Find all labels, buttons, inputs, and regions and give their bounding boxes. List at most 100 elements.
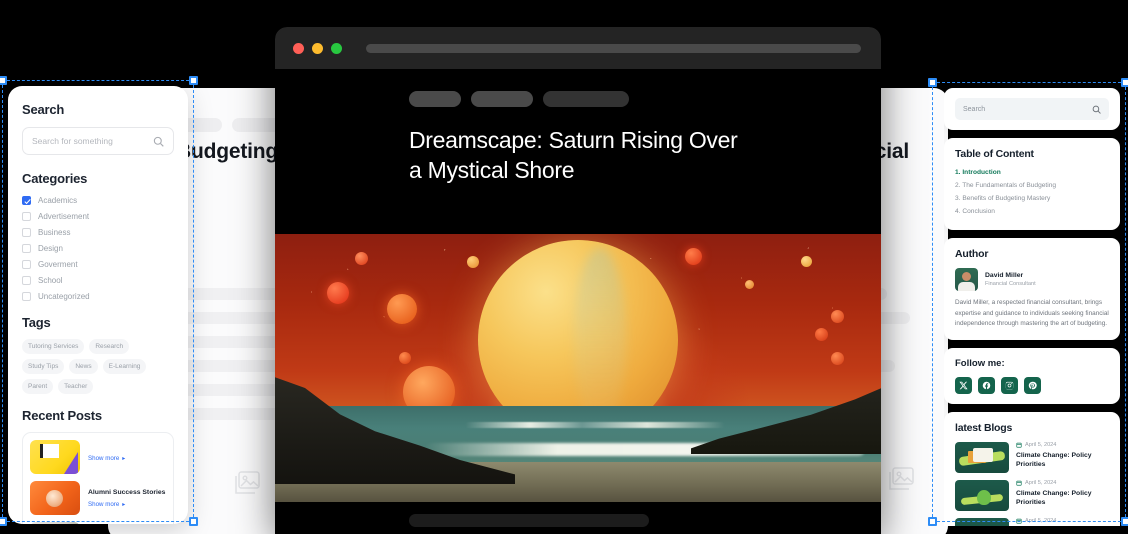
tag-chip[interactable]: Study Tips [22,359,65,374]
checkbox[interactable] [22,244,31,253]
pinterest-icon[interactable] [1024,376,1041,394]
latest-blogs-card: latest Blogs April 5, 2024 Climate Chang… [944,411,1120,526]
list-item[interactable]: Show more ▸ [30,440,166,474]
show-more-link[interactable]: Show more ▸ [88,501,165,508]
artwork-edge [275,502,881,506]
toc-item[interactable]: 1. Introduction [955,168,1109,178]
recent-posts-list: Show more ▸ Alumni Success Stories Show … [22,432,174,524]
toc-item[interactable]: 4. Conclusion [955,207,1109,217]
social-links [955,376,1109,394]
instagram-icon[interactable] [1001,376,1018,394]
post-thumbnail [30,481,80,515]
chevron-right-icon: ▸ [122,502,126,508]
tag-chip[interactable]: E-Learning [102,359,147,374]
resize-handle-top-left[interactable] [0,76,7,85]
tag-chip[interactable]: Parent [22,379,54,394]
checkbox[interactable] [22,276,31,285]
search-icon [1092,105,1101,114]
artwork-orb [327,282,349,304]
search-heading: Search [22,102,65,117]
tags-heading: Tags [22,315,51,330]
list-item[interactable]: April 5, 2024 [955,517,1109,526]
category-item[interactable]: Goverment [22,260,174,269]
category-item[interactable]: Uncategorized [22,292,174,301]
category-item[interactable]: Advertisement [22,212,174,221]
artwork-orb [831,352,844,365]
artwork-orb [387,294,417,324]
toc-label: Conclusion [962,208,995,215]
toc-label: The Fundamentals of Budgeting [962,182,1057,189]
search-input[interactable]: Search for something [22,127,174,155]
toc-number: 3. [955,195,961,202]
toc-item[interactable]: 3. Benefits of Budgeting Mastery [955,194,1109,204]
image-placeholder-icon [888,467,914,491]
article-tag-pills [275,69,881,107]
category-label: School [38,276,63,285]
hero-artwork [275,234,881,506]
list-item[interactable]: April 5, 2024 Climate Change: Policy Pri… [955,441,1109,473]
author-role: Financial Consultant [985,281,1036,287]
checkbox-checked[interactable] [22,196,31,205]
tag-chip[interactable]: Teacher [58,379,94,394]
artwork-orb [467,256,479,268]
calendar-icon [1016,442,1022,448]
browser-content: Dreamscape: Saturn Rising Over a Mystica… [275,69,881,534]
toc-label: Benefits of Budgeting Mastery [962,195,1051,202]
post-thumbnail [30,522,80,524]
category-label: Design [38,244,63,253]
x-twitter-icon[interactable] [955,376,972,394]
category-item[interactable]: Academics [22,196,174,205]
resize-handle-top-right[interactable] [1121,78,1128,87]
artwork-orb [831,310,844,323]
blog-title: Climate Change: Policy Priorities [1016,451,1092,469]
search-input[interactable]: Search [955,98,1109,120]
resize-handle-top-left[interactable] [928,78,937,87]
checkbox[interactable] [22,228,31,237]
category-item[interactable]: Business [22,228,174,237]
category-item[interactable]: School [22,276,174,285]
tag-chip[interactable]: News [69,359,98,374]
show-more-link[interactable]: Show more ▸ [88,455,125,462]
category-label: Goverment [38,260,78,269]
resize-handle-bottom-left[interactable] [0,517,7,526]
minimize-icon[interactable] [312,42,323,54]
post-thumbnail [30,440,80,474]
toc-label: Introduction [962,169,1001,176]
category-label: Academics [38,196,78,205]
close-icon[interactable] [293,42,304,54]
blog-date-label: April 5, 2024 [1025,479,1057,486]
blog-thumbnail [955,517,1009,526]
artwork-orb [685,248,702,265]
maximize-icon[interactable] [331,42,342,54]
tag-pill [409,91,461,107]
author-heading: Author [955,248,989,260]
artwork-orb [745,280,754,289]
toc-number: 1. [955,169,961,176]
author-row: David Miller Financial Consultant [955,268,1109,291]
article-skeleton-bars [275,514,881,534]
checkbox[interactable] [22,260,31,269]
list-item[interactable]: The Art of Public Speaking Show more ▸ [30,522,166,524]
hero-title: Dreamscape: Saturn Rising Over a Mystica… [409,127,738,183]
categories-list: Academics Advertisement Business Design … [22,196,174,301]
facebook-icon[interactable] [978,376,995,394]
chevron-right-icon: ▸ [122,456,126,462]
checkbox[interactable] [22,212,31,221]
resize-handle-bottom-right[interactable] [1121,517,1128,526]
list-item[interactable]: Alumni Success Stories Show more ▸ [30,481,166,515]
resize-handle-top-right[interactable] [189,76,198,85]
category-item[interactable]: Design [22,244,174,253]
list-item[interactable]: April 5, 2024 Climate Change: Policy Pri… [955,479,1109,511]
tag-pill [471,91,533,107]
blog-thumbnail [955,441,1009,473]
checkbox[interactable] [22,292,31,301]
toc-item[interactable]: 2. The Fundamentals of Budgeting [955,181,1109,191]
tag-chip[interactable]: Tutoring Services [22,339,85,354]
blog-date: April 5, 2024 [1016,480,1109,486]
url-bar[interactable] [366,43,861,53]
tag-chip[interactable]: Research [89,339,130,354]
table-of-content-card: Table of Content 1. Introduction 2. The … [944,138,1120,230]
toc-number: 2. [955,182,961,189]
artwork-orb [399,352,411,364]
categories-heading: Categories [22,171,88,186]
